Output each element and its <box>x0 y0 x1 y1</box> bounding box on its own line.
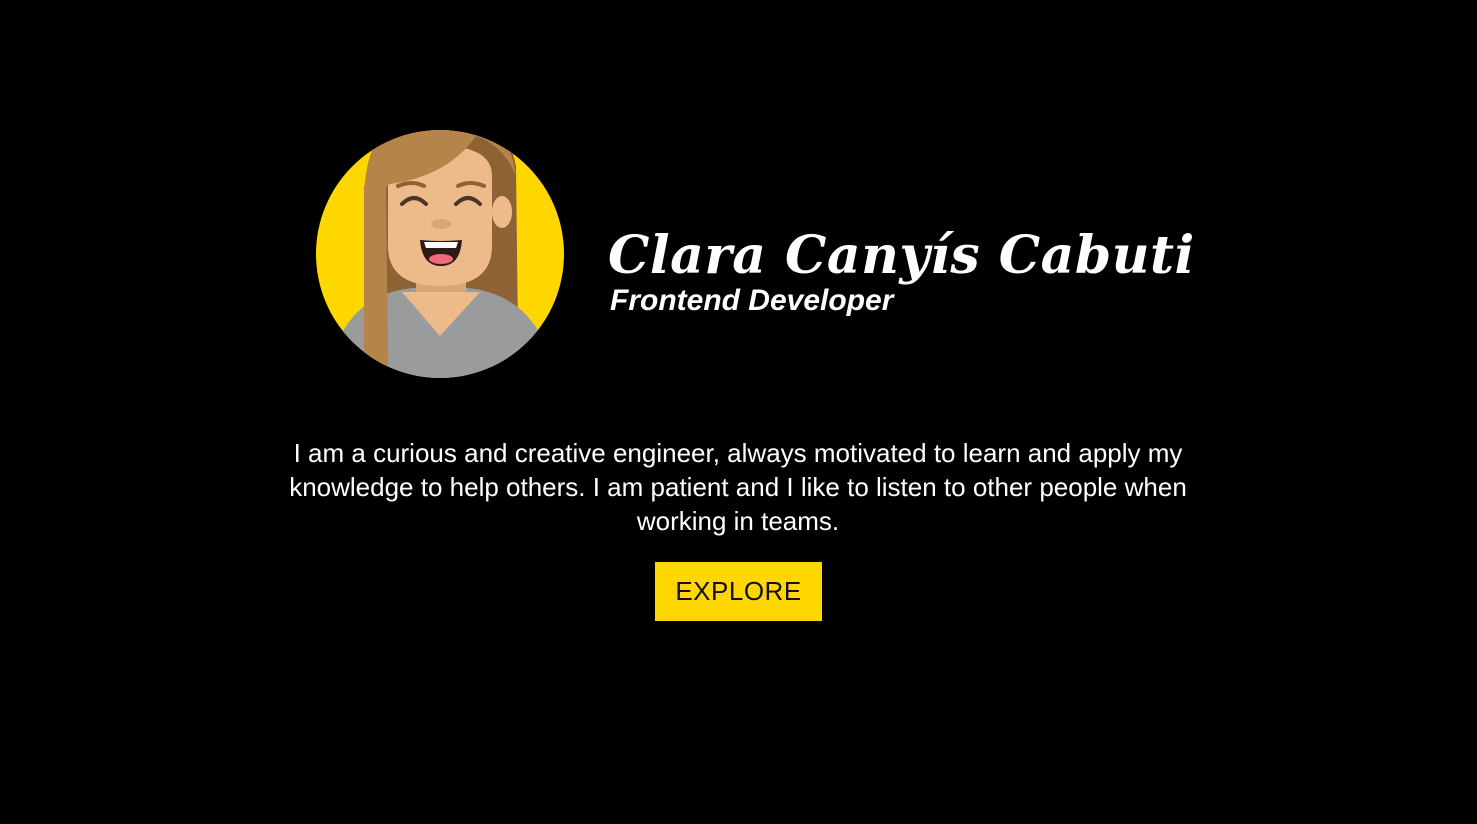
profile-header: Clara Canyís Cabuti Frontend Developer <box>316 106 1196 378</box>
profile-role: Frontend Developer <box>610 284 894 317</box>
woman-avatar-icon <box>316 130 564 378</box>
profile-name: Clara Canyís Cabuti <box>608 225 1195 286</box>
profile-bio: I am a curious and creative engineer, al… <box>238 436 1238 538</box>
explore-button[interactable]: EXPLORE <box>655 562 822 621</box>
profile-bio-text: I am a curious and creative engineer, al… <box>289 438 1187 536</box>
name-block: Clara Canyís Cabuti Frontend Developer <box>608 226 1195 318</box>
